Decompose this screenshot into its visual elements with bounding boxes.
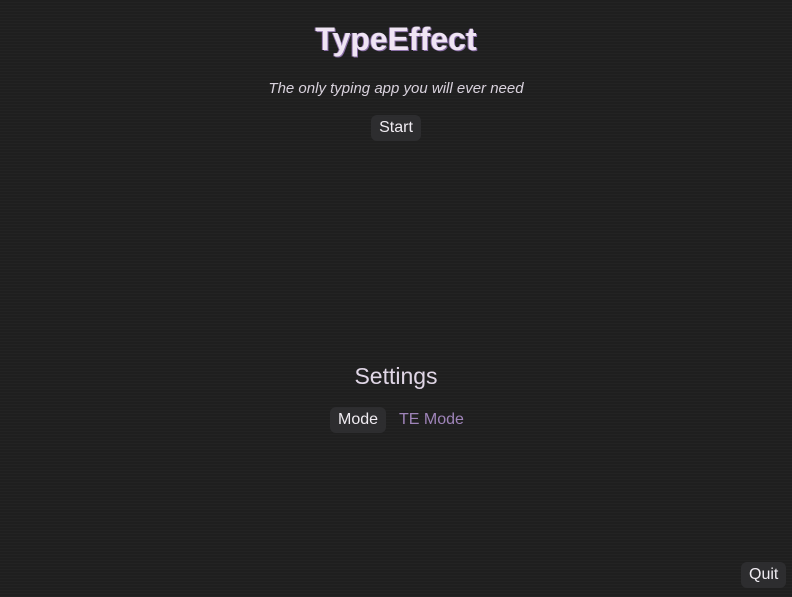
mode-value: TE Mode	[399, 411, 464, 428]
app-title: TypeEffect	[315, 21, 477, 57]
settings-title: Settings	[354, 363, 438, 389]
app-tagline: The only typing app you will ever need	[268, 80, 524, 97]
quit-button[interactable]: Quit	[741, 562, 786, 588]
mode-button[interactable]: Mode	[330, 407, 386, 433]
start-button[interactable]: Start	[371, 115, 421, 141]
